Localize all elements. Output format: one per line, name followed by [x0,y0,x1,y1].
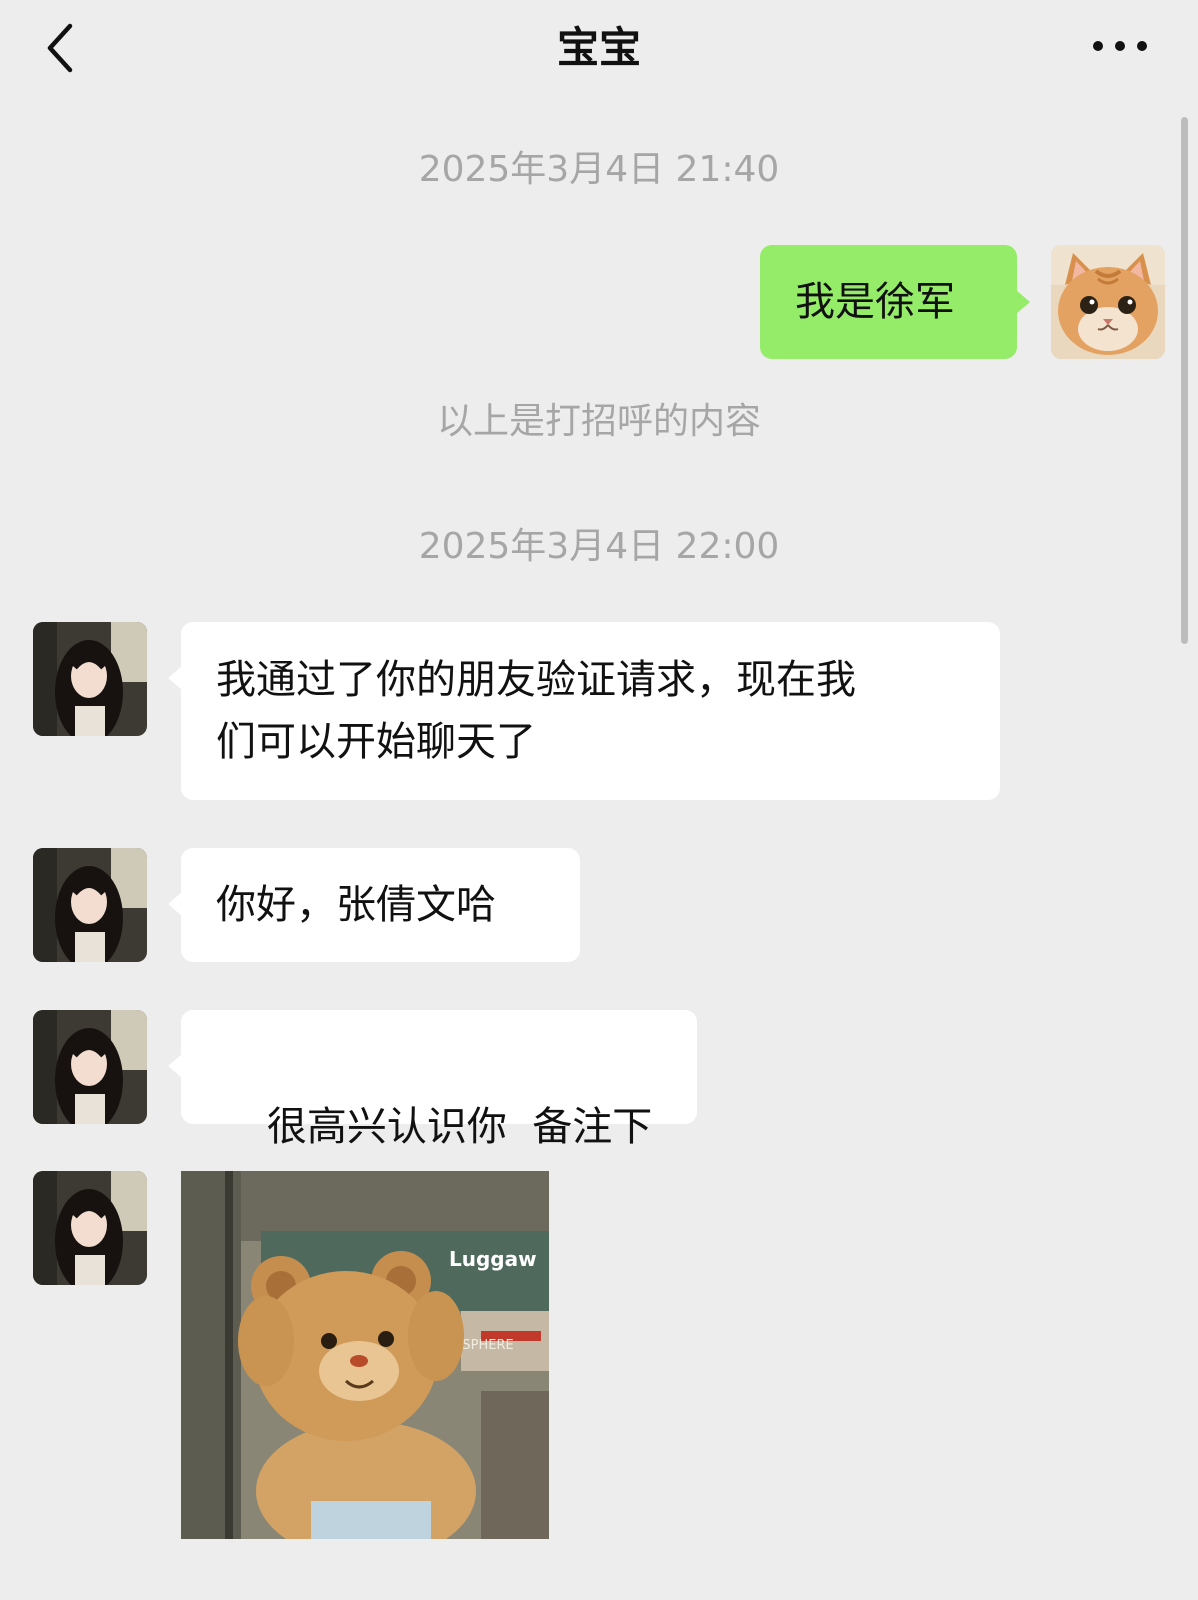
chat-screen: 宝宝 2025年3月4日 21:40 我是徐军 以上是打招呼的内容 2025年3… [0,0,1198,1600]
girl-avatar-image [33,848,147,962]
message-text: 很高兴认识你 备注下 [266,1104,653,1150]
cat-avatar-image [1051,245,1165,359]
my-avatar[interactable] [1051,245,1165,359]
contact-avatar[interactable] [33,1010,147,1124]
bubble-tail [168,1054,182,1078]
contact-avatar[interactable] [33,848,147,962]
contact-message-bubble[interactable]: 我通过了你的朋友验证请求，现在我 们可以开始聊天了 [181,622,1000,800]
message-text: 你好，张倩文哈 [216,882,496,928]
timestamp: 2025年3月4日 21:40 [418,149,780,190]
message-text-line: 们可以开始聊天了 [216,719,536,765]
timestamp: 2025年3月4日 22:00 [418,526,780,567]
contact-message-bubble[interactable]: 很高兴认识你 备注下 [181,1010,697,1150]
greeting-note: 以上是打招呼的内容 [436,401,761,442]
more-dots-icon [1093,41,1147,51]
store-sign-text: Luggaw [449,1247,537,1271]
message-text-line: 我通过了你的朋友验证请求，现在我 [216,657,856,703]
chat-header: 宝宝 [0,0,1198,96]
girl-avatar-image [33,622,147,736]
contact-avatar[interactable] [33,1171,147,1285]
message-text: 我是徐军 [795,279,955,325]
my-message-bubble[interactable]: 我是徐军 [760,245,1017,359]
bubble-tail [1016,290,1030,314]
chat-title: 宝宝 [556,23,641,72]
girl-avatar-image [33,1171,147,1285]
bubble-tail [168,666,182,690]
more-button[interactable] [1090,26,1150,66]
contact-avatar[interactable] [33,622,147,736]
bear-sticker: Luggaw EMSPHERE [181,1171,549,1539]
bubble-tail [168,892,182,916]
sticker-image[interactable]: Luggaw EMSPHERE [181,1171,549,1539]
girl-avatar-image [33,1010,147,1124]
contact-message-bubble[interactable]: 你好，张倩文哈 [181,848,580,962]
